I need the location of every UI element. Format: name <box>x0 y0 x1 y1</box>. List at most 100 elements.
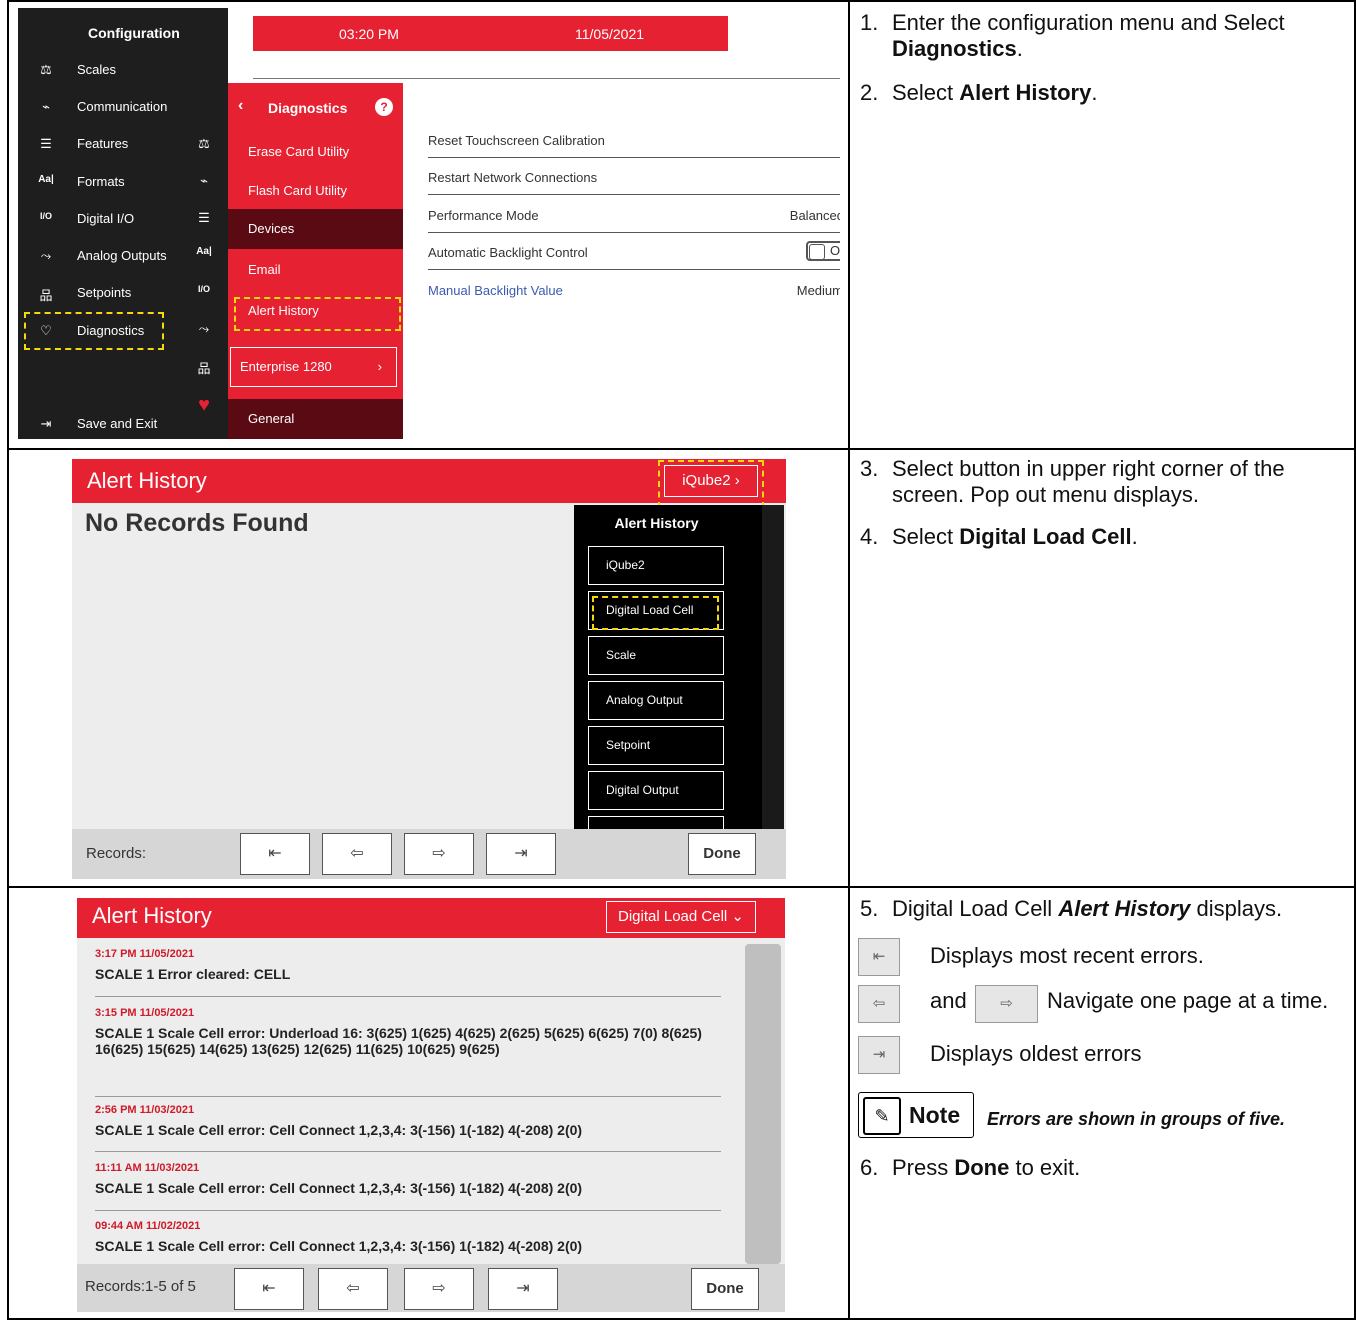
divider <box>95 996 721 997</box>
alert-history-header: Alert History iQube2 › <box>72 459 786 508</box>
menu-item-email[interactable]: Email <box>228 251 403 288</box>
records-label: Records: <box>86 845 147 862</box>
records-footer: Records:1-5 of 5 ⇤ ⇦ ⇨ ⇥ Done <box>77 1264 785 1312</box>
diagnostics-settings: Reset Touchscreen Calibration Restart Ne… <box>403 83 840 439</box>
table-column-divider <box>848 0 850 1320</box>
backlight-toggle[interactable]: O <box>806 241 840 261</box>
setting-label: Performance Mode <box>428 208 539 223</box>
step-number: 5. <box>860 896 879 921</box>
setting-row-manual-backlight[interactable]: Manual Backlight Value Medium <box>428 271 840 308</box>
features-icon[interactable]: ☰ <box>180 210 228 226</box>
divider <box>95 1096 721 1097</box>
scales-icon: ⚖ <box>40 62 52 77</box>
done-button[interactable]: Done <box>688 833 756 875</box>
collapsed-icon-column: ⚖ ⌁ ☰ Aa| I/O ⤳ 品 ♥ <box>180 126 228 439</box>
step-number: 2. <box>860 80 879 105</box>
sidebar-item-label: Digital I/O <box>77 211 135 226</box>
menu-item-general[interactable]: General <box>228 399 403 439</box>
popout-item-analog-output[interactable]: Analog Output <box>588 681 724 720</box>
note-pencil-icon: ✎ <box>863 1097 901 1135</box>
step-number: 3. <box>860 456 879 481</box>
no-records-message: No Records Found <box>85 509 309 537</box>
entry-timestamp: 2:56 PM 11/03/2021 <box>95 1104 195 1116</box>
heart-icon[interactable]: ♥ <box>180 394 228 417</box>
popout-item-iqube2[interactable]: iQube2 <box>588 546 724 585</box>
last-page-icon: ⇥ <box>514 845 528 862</box>
first-page-button[interactable]: ⇤ <box>234 1268 304 1310</box>
clock-time: 03:20 PM <box>339 26 399 42</box>
next-page-button[interactable]: ⇨ <box>404 1268 474 1310</box>
next-page-key-icon: ⇨ <box>975 985 1038 1023</box>
step-4: 4. Select Digital Load Cell. <box>860 524 1138 550</box>
alert-history-highlight <box>234 297 401 331</box>
digital-io-icon[interactable]: I/O <box>180 284 228 294</box>
setting-row-auto-backlight[interactable]: Automatic Backlight Control O <box>428 233 840 270</box>
last-page-button[interactable]: ⇥ <box>486 833 556 875</box>
setpoints-icon[interactable]: 品 <box>180 358 228 377</box>
setting-row-restart-network[interactable]: Restart Network Connections <box>428 158 840 195</box>
scales-icon[interactable]: ⚖ <box>180 136 228 152</box>
entry-message: SCALE 1 Scale Cell error: Cell Connect 1… <box>95 1122 583 1138</box>
list-item: 3:17 PM 11/05/2021 SCALE 1 Error cleared… <box>95 948 721 982</box>
table-border-left <box>7 0 9 1320</box>
setting-label: Restart Network Connections <box>428 170 598 185</box>
setting-value: Medium <box>796 283 840 298</box>
analog-outputs-icon[interactable]: ⤳ <box>180 321 228 337</box>
help-icon[interactable]: ? <box>375 98 393 116</box>
setting-row-reset-touchscreen[interactable]: Reset Touchscreen Calibration <box>428 121 840 158</box>
menu-item-flash-card[interactable]: Flash Card Utility <box>228 172 403 209</box>
diagnostics-title: Diagnostics <box>268 100 348 116</box>
table-border-top <box>7 0 1356 2</box>
formats-icon[interactable]: Aa| <box>180 246 228 257</box>
table-row-divider-1 <box>7 448 1356 450</box>
popout-title: Alert History <box>614 515 699 531</box>
chevron-right-icon: › <box>377 359 382 374</box>
step-number: 4. <box>860 524 879 549</box>
popout-item-scale[interactable]: Scale <box>588 636 724 675</box>
page-title: Alert History <box>87 468 207 493</box>
divider <box>95 1210 721 1211</box>
enterprise-label: Enterprise 1280 <box>240 359 332 374</box>
scrollbar-thumb[interactable] <box>745 944 781 1264</box>
first-page-icon: ⇤ <box>262 1280 276 1297</box>
prev-page-button[interactable]: ⇦ <box>318 1268 388 1310</box>
step-emphasis: Alert History <box>1058 896 1191 921</box>
records-footer: Records: ⇤ ⇦ ⇨ ⇥ Done <box>72 829 786 879</box>
communication-icon[interactable]: ⌁ <box>180 173 228 189</box>
next-page-button[interactable]: ⇨ <box>404 833 474 875</box>
prev-page-icon: ⇦ <box>346 1280 360 1297</box>
alert-history-records-screenshot: Alert History Digital Load Cell ⌄ 3:17 P… <box>77 898 785 1312</box>
setting-row-performance-mode[interactable]: Performance Mode Balanced <box>428 196 840 233</box>
prev-page-button[interactable]: ⇦ <box>322 833 392 875</box>
sidebar-item-scales[interactable]: ⚖ Scales <box>18 62 228 99</box>
setting-value: Balanced <box>789 208 840 223</box>
popout-item-digital-output[interactable]: Digital Output <box>588 771 724 810</box>
menu-item-devices[interactable]: Devices <box>228 209 403 249</box>
features-icon: ☰ <box>40 136 52 151</box>
menu-item-erase-card[interactable]: Erase Card Utility <box>228 133 403 170</box>
setting-label: Manual Backlight Value <box>428 283 563 298</box>
popout-item-setpoint[interactable]: Setpoint <box>588 726 724 765</box>
divider <box>95 1151 721 1152</box>
step-5: 5. Digital Load Cell Alert History displ… <box>860 896 1282 922</box>
step-text-part: displays. <box>1190 896 1283 921</box>
back-icon[interactable]: ‹ <box>238 97 243 115</box>
note-badge: ✎ Note <box>858 1092 974 1138</box>
table-row-divider-2 <box>7 886 1356 888</box>
entry-message: SCALE 1 Scale Cell error: Cell Connect 1… <box>95 1180 583 1196</box>
step-text: Select Alert History. <box>892 80 1352 106</box>
records-label: Records:1-5 of 5 <box>85 1278 196 1295</box>
step-number: 6. <box>860 1155 879 1180</box>
first-page-key-icon: ⇤ <box>858 938 900 976</box>
first-page-button[interactable]: ⇤ <box>240 833 310 875</box>
last-page-button[interactable]: ⇥ <box>488 1268 558 1310</box>
and-text: and <box>930 988 967 1013</box>
enterprise-button[interactable]: Enterprise 1280 › <box>230 347 397 387</box>
device-select-button[interactable]: Digital Load Cell ⌄ <box>606 901 756 933</box>
prev-page-key-icon: ⇦ <box>858 985 900 1023</box>
entry-message: SCALE 1 Scale Cell error: Underload 16: … <box>95 1025 702 1057</box>
alert-history-empty-screenshot: Alert History iQube2 › No Records Found … <box>72 459 786 879</box>
list-item: 2:56 PM 11/03/2021 SCALE 1 Scale Cell er… <box>95 1104 721 1144</box>
step-text-part: Digital Load Cell <box>892 896 1059 921</box>
done-button[interactable]: Done <box>691 1268 759 1310</box>
